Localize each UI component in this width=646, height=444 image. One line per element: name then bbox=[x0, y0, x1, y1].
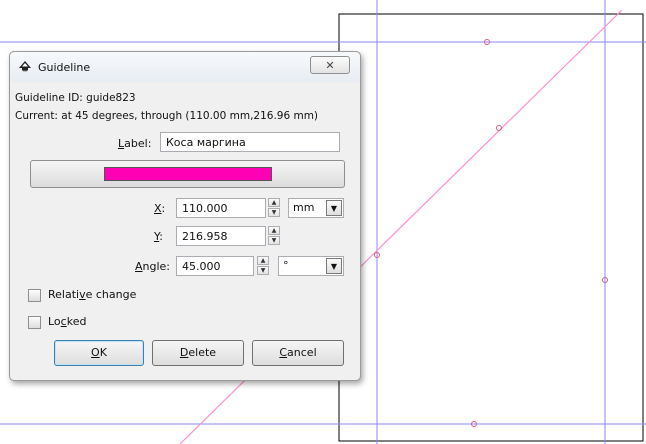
spin-up-icon[interactable]: ▲ bbox=[257, 256, 269, 265]
locked-label: Locked bbox=[48, 315, 87, 328]
angle-unit-value: ° bbox=[283, 259, 289, 272]
guideline-id-text: Guideline ID: guide823 bbox=[15, 92, 136, 104]
label-input[interactable] bbox=[160, 132, 340, 152]
chevron-down-icon[interactable]: ▼ bbox=[326, 200, 342, 216]
angle-input[interactable] bbox=[176, 256, 254, 276]
page-border bbox=[338, 13, 644, 442]
locked-checkbox[interactable] bbox=[28, 316, 41, 329]
spin-down-icon[interactable]: ▼ bbox=[268, 208, 280, 217]
angle-spinner[interactable]: ▲ ▼ bbox=[257, 256, 269, 276]
close-icon: ✕ bbox=[325, 59, 335, 72]
guideline-dialog: Guideline ✕ Guideline ID: guide823 Curre… bbox=[9, 51, 361, 381]
close-button[interactable]: ✕ bbox=[310, 56, 350, 74]
unit-select[interactable]: mm ▼ bbox=[288, 198, 344, 218]
spin-down-icon[interactable]: ▼ bbox=[257, 266, 269, 275]
spin-up-icon[interactable]: ▲ bbox=[268, 198, 280, 207]
current-position-text: Current: at 45 degrees, through (110.00 … bbox=[15, 110, 319, 122]
spin-down-icon[interactable]: ▼ bbox=[268, 236, 280, 245]
color-picker-button[interactable] bbox=[30, 160, 345, 188]
chevron-down-icon[interactable]: ▼ bbox=[326, 258, 342, 274]
y-field-label: Y: bbox=[154, 230, 163, 243]
y-spinner[interactable]: ▲ ▼ bbox=[268, 226, 280, 246]
relative-change-label: Relative change bbox=[48, 288, 137, 301]
relative-change-checkbox[interactable] bbox=[28, 289, 41, 302]
angle-unit-select[interactable]: ° ▼ bbox=[278, 256, 344, 276]
color-swatch bbox=[104, 167, 272, 181]
title-bar[interactable]: Guideline ✕ bbox=[10, 52, 360, 82]
window-title: Guideline bbox=[38, 61, 91, 74]
delete-button[interactable]: Delete bbox=[152, 340, 244, 366]
inkscape-logo-icon bbox=[19, 61, 31, 72]
spin-up-icon[interactable]: ▲ bbox=[268, 226, 280, 235]
y-input[interactable] bbox=[176, 226, 266, 246]
ok-button[interactable]: OK bbox=[54, 340, 144, 366]
x-spinner[interactable]: ▲ ▼ bbox=[268, 198, 280, 218]
angle-field-label: Angle: bbox=[135, 260, 171, 273]
unit-value: mm bbox=[293, 201, 315, 214]
x-input[interactable] bbox=[176, 198, 266, 218]
label-field-label: Label: bbox=[118, 137, 152, 150]
cancel-button[interactable]: Cancel bbox=[252, 340, 344, 366]
x-field-label: X: bbox=[154, 202, 166, 215]
